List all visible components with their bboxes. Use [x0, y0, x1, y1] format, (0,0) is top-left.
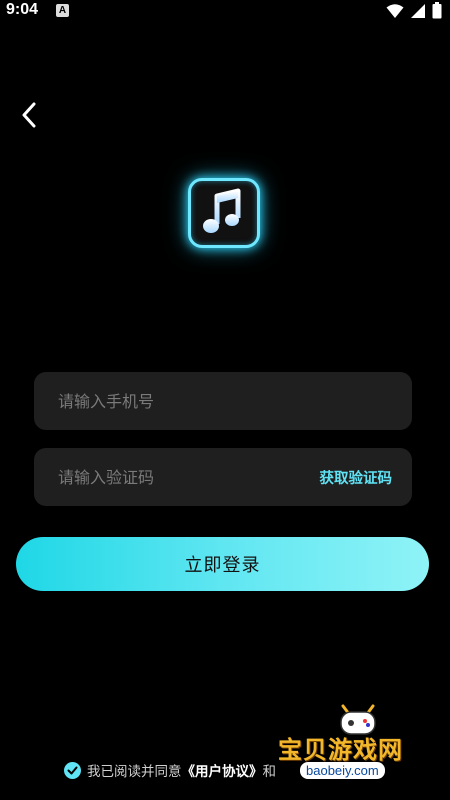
music-note-icon — [203, 188, 241, 233]
agree-checkbox[interactable] — [64, 761, 81, 779]
status-bar: 9:04 A — [0, 0, 450, 24]
back-button[interactable] — [14, 100, 44, 130]
verification-code-field[interactable]: 获取验证码 — [34, 448, 412, 506]
verification-code-input[interactable] — [58, 448, 320, 506]
battery-icon — [432, 2, 442, 19]
status-icons — [386, 2, 442, 19]
notification-a-icon: A — [56, 4, 69, 17]
user-agreement-link[interactable]: 《用户协议》 — [182, 760, 263, 780]
wifi-icon — [386, 3, 404, 18]
chevron-left-icon — [22, 102, 36, 128]
phone-field[interactable] — [34, 372, 412, 430]
phone-input[interactable] — [58, 372, 392, 430]
watermark-title: 宝贝游戏网 — [278, 736, 403, 764]
signal-icon — [411, 3, 425, 18]
agreement-row: 我已阅读并同意 《用户协议》 和 — [64, 760, 276, 780]
get-code-button[interactable]: 获取验证码 — [320, 467, 393, 488]
status-time: 9:04 — [6, 1, 39, 18]
login-button[interactable]: 立即登录 — [16, 537, 429, 591]
agreement-connector: 和 — [262, 764, 277, 780]
watermark: 宝贝游戏网 baobeiy.com — [268, 700, 448, 796]
agreement-prefix: 我已阅读并同意 — [87, 764, 182, 780]
watermark-domain: baobeiy.com — [300, 762, 385, 779]
check-icon — [67, 766, 78, 774]
app-logo — [188, 178, 260, 248]
